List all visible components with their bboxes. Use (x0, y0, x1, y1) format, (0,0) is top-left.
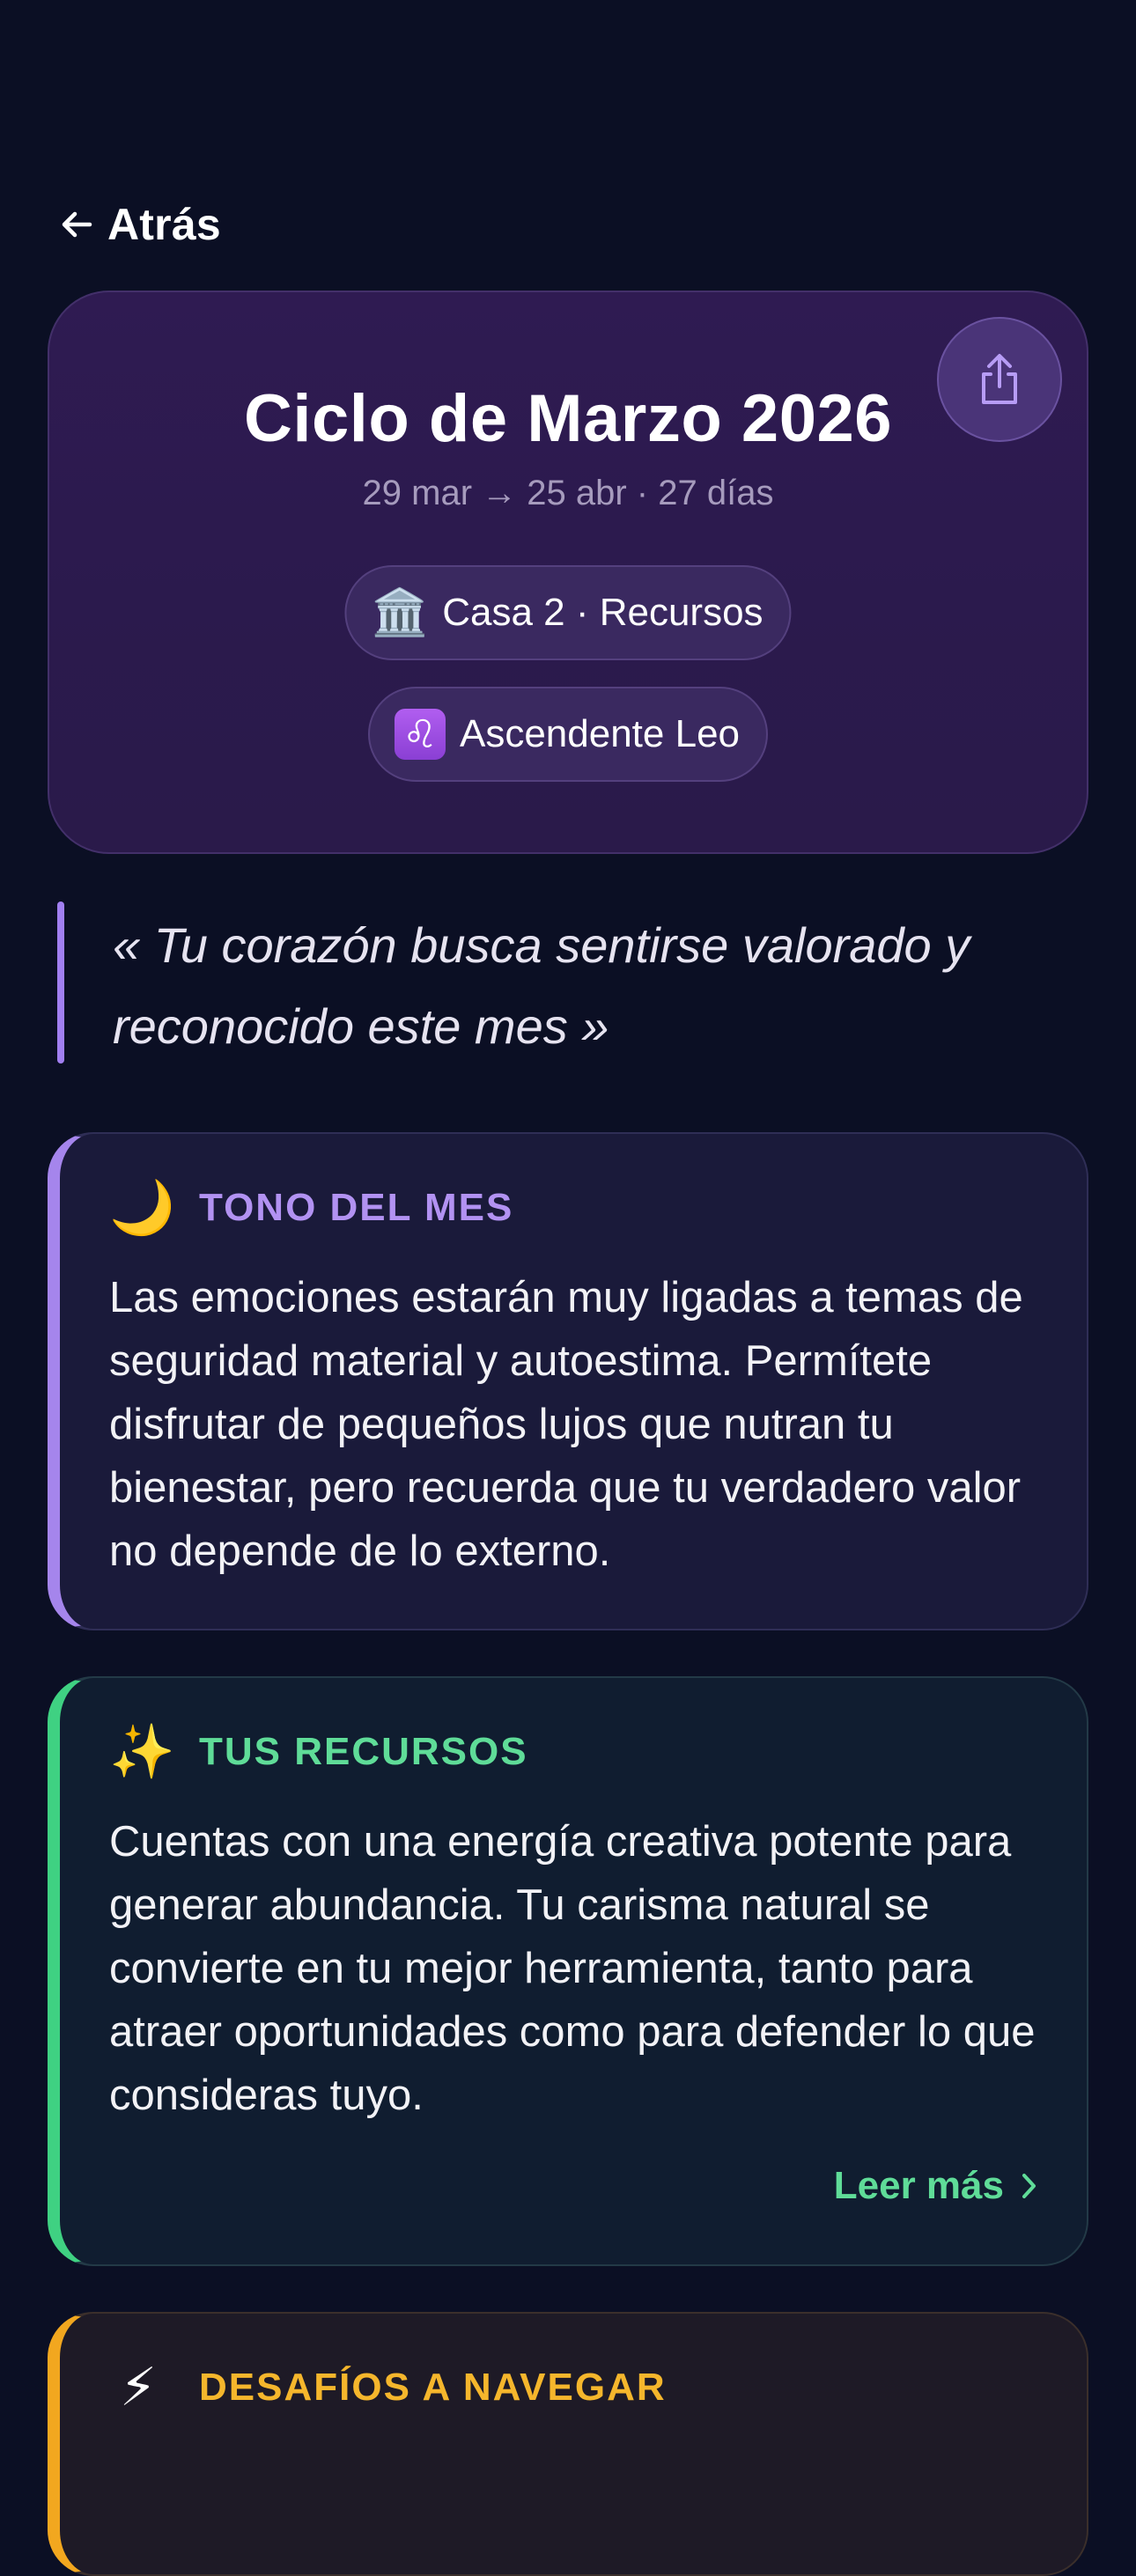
ascendant-chip: ♌ Ascendente Leo (367, 687, 769, 782)
read-more-link[interactable]: Leer más (834, 2164, 1039, 2208)
quote-accent-bar (57, 902, 64, 1064)
section-header: ✨ TUS RECURSOS (109, 1726, 528, 1778)
section-body: Las emociones estarán muy ligadas a tema… (109, 1274, 1023, 1575)
classical-building-icon: 🏛️ (371, 587, 429, 638)
house-chip: 🏛️ Casa 2 · Recursos (344, 565, 792, 660)
section-title: DESAFÍOS A NAVEGAR (199, 2366, 667, 2409)
section-title: TONO DEL MES (199, 1186, 514, 1229)
section-title: TUS RECURSOS (199, 1730, 528, 1773)
section-header: 🌙 TONO DEL MES (109, 1181, 513, 1234)
lightning-icon: ⚡ (119, 2358, 158, 2417)
ascendant-chip-label: Ascendente Leo (459, 712, 741, 755)
back-label: Atrás (107, 200, 221, 249)
chevron-right-icon (1022, 2174, 1036, 2198)
monthly-quote: « Tu corazón busca sentirse valorado y r… (113, 917, 970, 1054)
cycle-dates: 29 mar → 25 abr · 27 días (362, 474, 774, 512)
arrow-left-icon (62, 211, 92, 238)
leo-sign-icon: ♌ (394, 709, 446, 760)
page-title: Ciclo de Marzo 2026 (244, 381, 892, 456)
cycle-header-card: Ciclo de Marzo 2026 29 mar → 25 abr · 27… (48, 291, 1088, 854)
back-button[interactable]: Atrás (58, 199, 221, 250)
section-body: Cuentas con una energía creativa potente… (109, 1818, 1036, 2119)
section-card-challenges: ⚡ DESAFÍOS A NAVEGAR (48, 2312, 1088, 2576)
section-header: ⚡ DESAFÍOS A NAVEGAR (109, 2361, 667, 2414)
section-card-resources: ✨ TUS RECURSOS Cuentas con una energía c… (48, 1676, 1088, 2266)
sparkles-icon: ✨ (109, 1722, 175, 1781)
crescent-moon-icon: 🌙 (109, 1178, 175, 1237)
read-more-label: Leer más (833, 2164, 1004, 2207)
section-card-tone: 🌙 TONO DEL MES Las emociones estarán muy… (48, 1132, 1088, 1630)
house-chip-label: Casa 2 · Recursos (442, 591, 763, 634)
